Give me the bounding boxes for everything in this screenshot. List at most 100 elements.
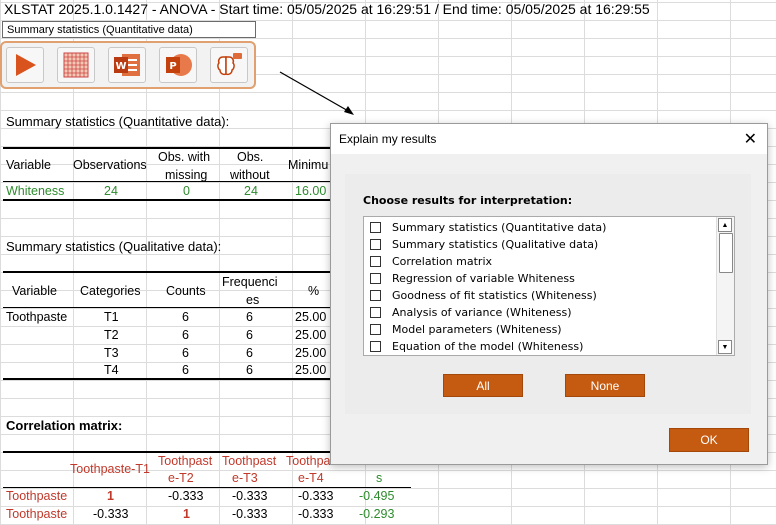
qual-cell-variable: Toothpaste: [6, 310, 68, 324]
results-listbox[interactable]: Summary statistics (Quantitative data) S…: [363, 216, 735, 356]
corr-header-rule: [3, 487, 411, 488]
corr-row-2-t4: -0.333: [298, 507, 334, 521]
powerpoint-icon: P: [166, 54, 192, 76]
qual-row-3-count: 6: [182, 346, 189, 360]
corr-row-1-whiteness: -0.495: [359, 489, 395, 503]
qual-header-variable: Variable: [12, 284, 57, 298]
qual-row-2-category: T2: [104, 328, 119, 342]
svg-text:P: P: [169, 61, 176, 72]
scroll-thumb[interactable]: [719, 233, 733, 273]
checkbox[interactable]: [370, 255, 381, 267]
brain-explain-icon: [217, 53, 242, 76]
quant-header-minimum: Minimu: [288, 158, 329, 172]
corr-header-t3-2: e-T3: [232, 471, 258, 485]
explain-results-dialog: Explain my results ✕ Choose results for …: [330, 123, 768, 465]
quant-cell-variable: Whiteness: [6, 184, 65, 198]
qual-header-categories: Categories: [80, 284, 141, 298]
close-icon[interactable]: ✕: [744, 129, 757, 149]
corr-row-1-t3: -0.333: [232, 489, 268, 503]
scroll-up-icon[interactable]: ▲: [718, 218, 732, 232]
corr-header-t1: Toothpaste-T1: [70, 462, 150, 476]
qual-row-4-percent: 25.00: [295, 363, 327, 377]
corr-row-1-t4: -0.333: [298, 489, 334, 503]
qual-row-1-category: T1: [104, 310, 119, 324]
qual-header-percent: %: [308, 284, 320, 298]
corr-header-t2-2: e-T2: [168, 471, 194, 485]
quant-cell-observations: 24: [104, 184, 118, 198]
pointer-arrow: [279, 71, 354, 115]
result-option[interactable]: Equation of the model (Whiteness): [370, 338, 583, 354]
corr-header-t4-2: e-T4: [298, 471, 324, 485]
explain-results-button[interactable]: [210, 47, 248, 83]
qual-header-counts: Counts: [166, 284, 206, 298]
qual-header-frequencies-1: Frequenci: [222, 275, 278, 289]
powerpoint-button[interactable]: P: [159, 47, 197, 83]
all-button[interactable]: All: [443, 374, 523, 397]
qual-row-4-count: 6: [182, 363, 189, 377]
dialog-titlebar: Explain my results ✕: [331, 124, 767, 154]
qual-row-1-percent: 25.00: [295, 310, 327, 324]
result-option[interactable]: Regression of variable Whiteness: [370, 270, 575, 286]
checkbox[interactable]: [370, 306, 381, 318]
name-box[interactable]: Summary statistics (Quantitative data): [2, 21, 256, 38]
qual-row-4-frequency: 6: [246, 363, 253, 377]
word-button[interactable]: W: [108, 47, 146, 83]
ok-button[interactable]: OK: [669, 428, 749, 452]
corr-row-2-t1: -0.333: [93, 507, 129, 521]
grid-icon: [63, 52, 89, 78]
checkbox[interactable]: [370, 238, 381, 250]
corr-row-2-t3: -0.333: [232, 507, 268, 521]
quant-header-obs-without-2: without: [230, 168, 270, 182]
quant-cell-missing: 0: [183, 184, 190, 198]
result-option[interactable]: Summary statistics (Quantitative data): [370, 219, 606, 235]
result-option[interactable]: Summary statistics (Qualitative data): [370, 236, 598, 252]
none-button[interactable]: None: [565, 374, 645, 397]
xlstat-toolbar: W P: [0, 41, 256, 89]
qual-row-3-percent: 25.00: [295, 346, 327, 360]
checkbox[interactable]: [370, 289, 381, 301]
quant-section-title: Summary statistics (Quantitative data):: [6, 114, 230, 129]
corr-section-title: Correlation matrix:: [6, 418, 123, 433]
quant-header-obs-without-1: Obs.: [237, 150, 264, 164]
corr-row-2-whiteness: -0.293: [359, 507, 395, 521]
window-title: XLSTAT 2025.1.0.1427 - ANOVA - Start tim…: [4, 1, 650, 17]
corr-header-t3-1: Toothpast: [222, 454, 277, 468]
corr-row-1-t1: 1: [107, 489, 114, 503]
quant-header-observations: Observations: [73, 158, 147, 172]
corr-header-t2-1: Toothpast: [158, 454, 213, 468]
qual-row-1-frequency: 6: [246, 310, 253, 324]
checkbox[interactable]: [370, 323, 381, 335]
qual-row-2-count: 6: [182, 328, 189, 342]
qual-row-1-count: 6: [182, 310, 189, 324]
choose-results-label: Choose results for interpretation:: [363, 194, 573, 207]
quant-header-variable: Variable: [6, 158, 51, 172]
checkbox[interactable]: [370, 272, 381, 284]
qual-header-frequencies-2: es: [246, 293, 260, 307]
checkbox[interactable]: [370, 221, 381, 233]
listbox-scrollbar[interactable]: ▲ ▼: [716, 217, 734, 355]
corr-row-2-t2: 1: [183, 507, 190, 521]
scroll-down-icon[interactable]: ▼: [718, 340, 732, 354]
corr-row-2-label: Toothpaste: [6, 507, 68, 521]
qual-row-3-category: T3: [104, 346, 119, 360]
qual-bottom-rule: [3, 378, 333, 380]
quant-top-rule: [3, 147, 333, 149]
result-option[interactable]: Goodness of fit statistics (Whiteness): [370, 287, 597, 303]
quant-header-rule: [3, 181, 333, 182]
svg-text:W: W: [115, 61, 126, 72]
interpretation-panel: Choose results for interpretation: Summa…: [345, 174, 751, 414]
result-option[interactable]: Correlation matrix: [370, 253, 492, 269]
quant-header-obs-missing-1: Obs. with: [158, 150, 211, 164]
checkbox[interactable]: [370, 340, 381, 352]
qual-section-title: Summary statistics (Qualitative data):: [6, 239, 222, 254]
quant-cell-without: 24: [244, 184, 258, 198]
quant-header-obs-missing-2: missing: [165, 168, 208, 182]
grid-button[interactable]: [57, 47, 95, 83]
quant-cell-minimum: 16.00: [295, 184, 327, 198]
result-option[interactable]: Analysis of variance (Whiteness): [370, 304, 572, 320]
qual-row-2-frequency: 6: [246, 328, 253, 342]
result-option[interactable]: Model parameters (Whiteness): [370, 321, 562, 337]
play-icon: [16, 54, 36, 76]
play-button[interactable]: [6, 47, 44, 83]
qual-row-4-category: T4: [104, 363, 119, 377]
